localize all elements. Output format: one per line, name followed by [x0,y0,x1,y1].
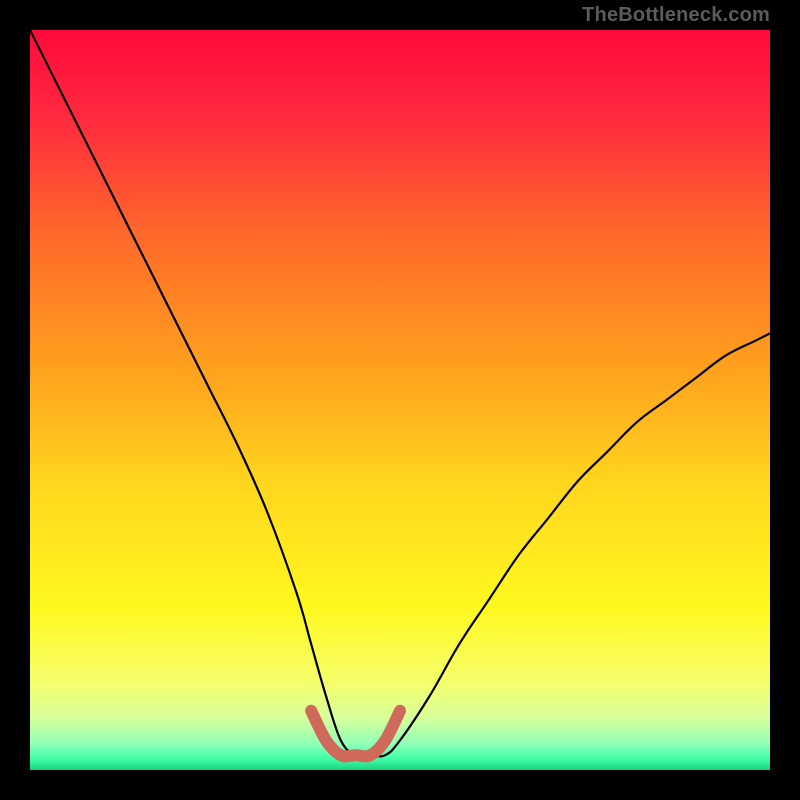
plot-area [30,30,770,770]
background-gradient [30,30,770,770]
chart-frame: TheBottleneck.com [0,0,800,800]
watermark-label: TheBottleneck.com [582,4,770,27]
